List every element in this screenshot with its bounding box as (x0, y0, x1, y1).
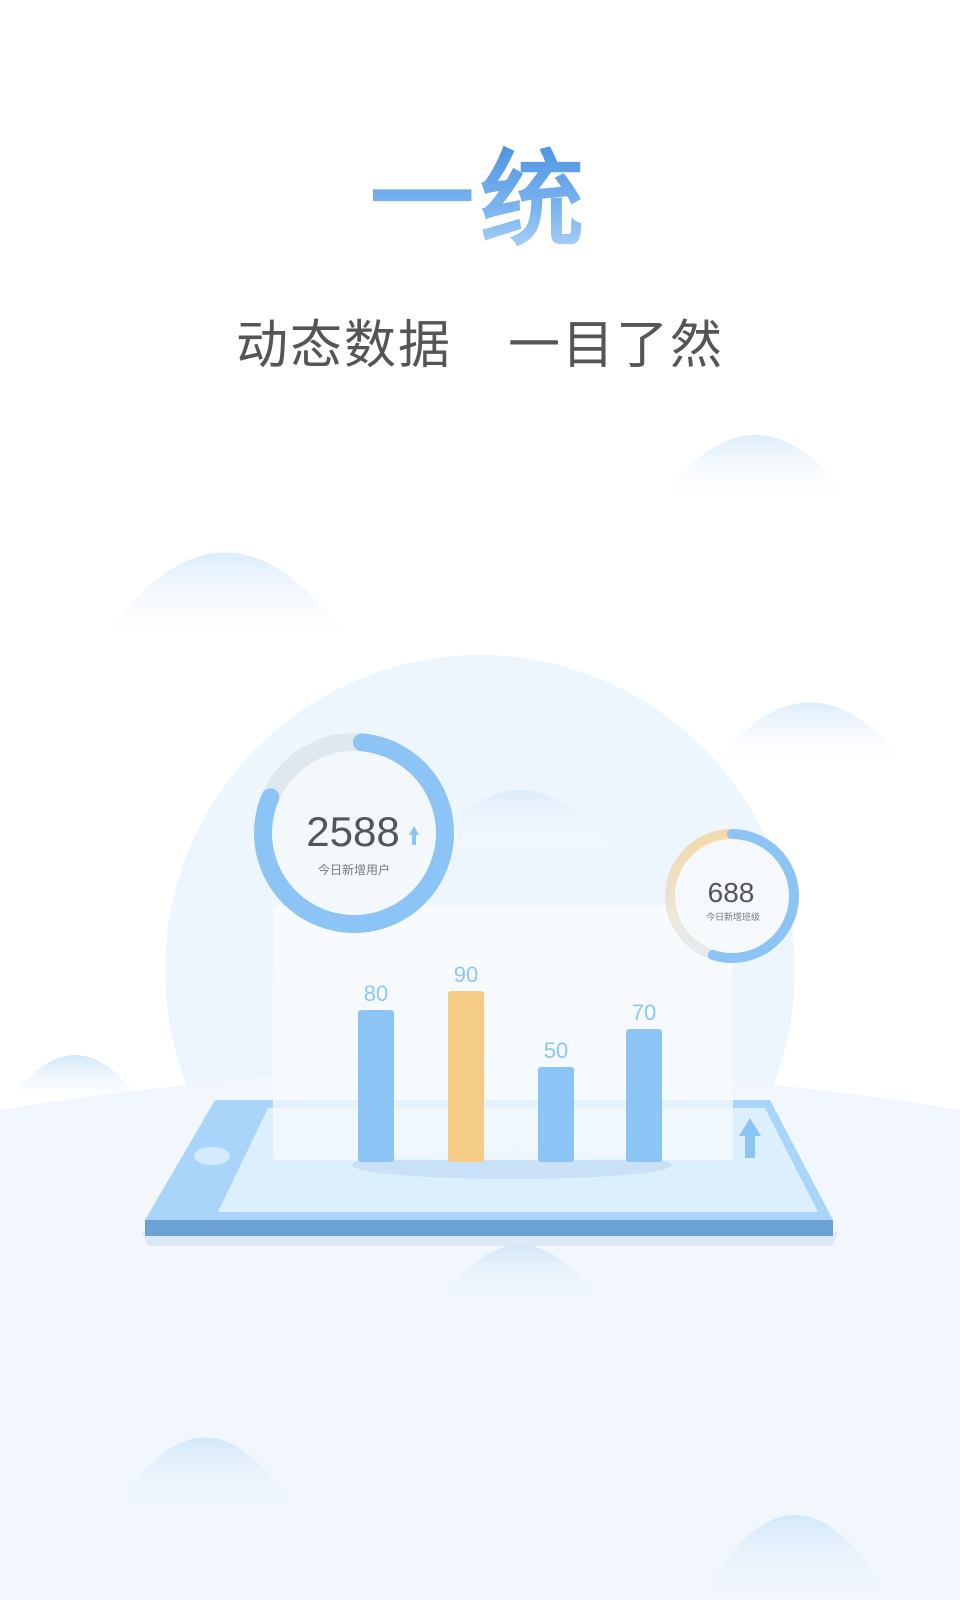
mountain-decoration (660, 435, 850, 500)
chart-bar (626, 1029, 662, 1162)
bar-value-label: 70 (632, 1000, 656, 1025)
chart-bar (538, 1067, 574, 1162)
mountain-decoration (10, 1055, 140, 1100)
stat-ring-users: 2588 今日新增用户 (254, 733, 454, 933)
tablet-home-button (194, 1147, 230, 1165)
subtitle-part-2: 一目了然 (508, 316, 725, 376)
page-title: 一统 (0, 138, 960, 263)
classes-label: 今日新增班级 (706, 911, 760, 923)
stat-ring-classes: 688 今日新增班级 (665, 829, 799, 963)
subtitle-part-1: 动态数据 (235, 316, 452, 376)
bar-value-label: 80 (364, 981, 388, 1006)
onboarding-screen: 80 90 50 70 2588 今日新增用户 688 今日新增班级 一统 动态数据一… (0, 0, 960, 1600)
bar-value-label: 50 (544, 1038, 568, 1063)
users-value: 2588 (306, 808, 399, 855)
chart-bar (448, 991, 484, 1162)
mountain-decoration (95, 552, 355, 650)
chart-panel (273, 905, 733, 1160)
page-subtitle: 动态数据 一目了然 (0, 303, 960, 378)
mountain-decoration (710, 702, 910, 770)
users-label: 今日新增用户 (318, 862, 390, 877)
bar-value-label: 90 (454, 962, 478, 987)
chart-bar (358, 1010, 394, 1162)
classes-value: 688 (708, 877, 755, 908)
